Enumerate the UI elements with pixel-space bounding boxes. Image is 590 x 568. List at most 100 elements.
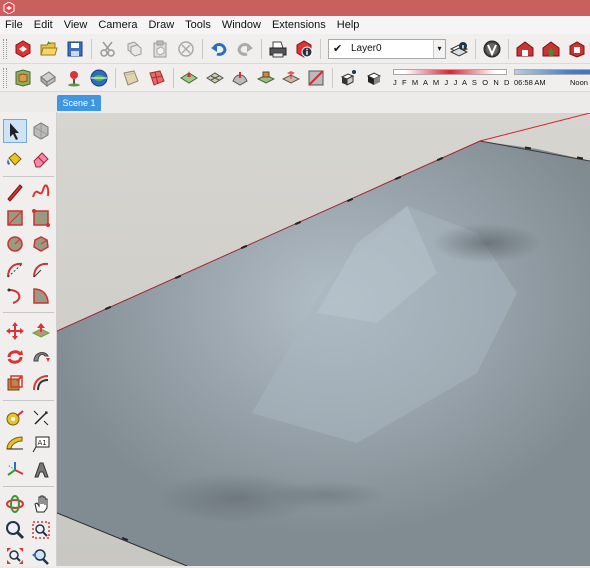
freehand-icon[interactable] (29, 180, 53, 204)
drape-icon[interactable] (280, 67, 301, 89)
shadows-icon[interactable] (338, 67, 359, 89)
chevron-down-icon[interactable]: ▾ (433, 39, 445, 58)
select-arrow-icon[interactable] (3, 119, 27, 143)
month-slider-track[interactable] (392, 68, 507, 75)
model-info-icon[interactable] (293, 38, 315, 60)
pan-icon[interactable] (29, 492, 53, 516)
menu-edit[interactable]: Edit (29, 16, 59, 34)
dimension-icon[interactable] (29, 406, 53, 430)
time-start-label: 06:58 AM (513, 77, 546, 87)
pie-icon[interactable] (29, 284, 53, 308)
component-icon[interactable] (12, 67, 33, 89)
scale-icon[interactable] (3, 371, 27, 395)
zoom-extents-icon[interactable] (3, 544, 27, 568)
toolbar-separator (332, 67, 334, 88)
circle-icon[interactable] (3, 232, 27, 256)
vray-icon[interactable] (481, 38, 503, 60)
paint-bucket-icon[interactable] (3, 147, 27, 171)
text-tool-label: A1 (38, 439, 47, 447)
menu-window[interactable]: Window (217, 16, 267, 34)
geo-toggle-terrain-icon[interactable] (88, 67, 109, 89)
toolbar-separator (261, 38, 262, 59)
zoom-window-icon[interactable] (29, 518, 53, 542)
orbit-icon[interactable] (3, 492, 27, 516)
zoom-icon[interactable] (3, 518, 27, 542)
section-display-icon[interactable] (146, 67, 167, 89)
tool-separator (3, 400, 54, 401)
previous-view-icon[interactable] (29, 544, 53, 568)
text-icon[interactable]: A1 (29, 432, 53, 456)
offset-icon[interactable] (29, 371, 53, 395)
model-viewport[interactable] (57, 113, 590, 566)
rectangle-icon[interactable] (3, 206, 27, 230)
arc-icon[interactable] (3, 258, 27, 282)
secondary-toolbar: J F M A M J J A S O N D 06:58 AM Noon (0, 64, 590, 92)
main-toolbar: ✔ Layer0 ▾ (0, 34, 590, 64)
menu-file[interactable]: File (0, 16, 29, 34)
toolbar-grip[interactable] (3, 38, 7, 59)
two-point-arc-icon[interactable] (29, 258, 53, 282)
warehouse-icon[interactable] (514, 38, 536, 60)
smoove-icon[interactable] (229, 67, 250, 89)
terrain-shadow-ridge (432, 223, 542, 263)
print-icon[interactable] (267, 38, 289, 60)
shadow-time-slider[interactable]: 06:58 AM Noon (512, 66, 590, 90)
share-model-icon[interactable] (540, 38, 562, 60)
toolbar-separator (114, 67, 116, 88)
fog-icon[interactable] (364, 67, 385, 89)
undo-icon[interactable] (208, 38, 230, 60)
getting-started-icon[interactable] (12, 38, 34, 60)
make-component-icon[interactable] (29, 119, 53, 143)
move-icon[interactable] (3, 319, 27, 343)
section-plane-icon[interactable] (121, 67, 142, 89)
line-pencil-icon[interactable] (3, 180, 27, 204)
3d-text-icon[interactable] (29, 458, 53, 482)
follow-me-icon[interactable] (29, 345, 53, 369)
map-location-icon[interactable] (63, 67, 84, 89)
polygon-icon[interactable] (29, 232, 53, 256)
tool-separator (3, 176, 54, 177)
terrain-shadow-basin (267, 481, 387, 509)
rotate-icon[interactable] (3, 345, 27, 369)
redo-icon[interactable] (234, 38, 256, 60)
sandbox-from-scratch-icon[interactable] (204, 67, 225, 89)
month-labels: J F M A M J J A S O N D (392, 77, 512, 87)
menu-tools[interactable]: Tools (180, 16, 217, 34)
toolbar-grip[interactable] (3, 67, 7, 88)
copy-icon[interactable] (123, 38, 145, 60)
layer-dropdown[interactable]: ✔ Layer0 ▾ (328, 38, 446, 59)
toolbar-separator (320, 38, 321, 59)
protractor-icon[interactable] (3, 432, 27, 456)
open-icon[interactable] (38, 38, 60, 60)
menu-help[interactable]: Help (332, 16, 366, 34)
layer-manager-icon[interactable] (448, 38, 470, 60)
menu-view[interactable]: View (59, 16, 94, 34)
menu-camera[interactable]: Camera (93, 16, 143, 34)
menu-extensions[interactable]: Extensions (267, 16, 332, 34)
import-icon[interactable] (37, 67, 58, 89)
shadow-month-slider[interactable]: J F M A M J J A S O N D (391, 66, 509, 90)
eraser-icon[interactable] (29, 147, 53, 171)
tape-measure-icon[interactable] (3, 406, 27, 430)
scene-tab[interactable]: Scene 1 (57, 95, 101, 111)
stamp-icon[interactable] (255, 67, 276, 89)
three-point-arc-icon[interactable] (3, 284, 27, 308)
toolbar-separator (91, 38, 92, 59)
extension-warehouse-icon[interactable] (566, 38, 588, 60)
sandbox-from-contours-icon[interactable] (179, 67, 200, 89)
sketchup-logo-icon (3, 2, 15, 14)
push-pull-icon[interactable] (29, 319, 53, 343)
flip-edge-icon[interactable] (306, 67, 327, 89)
menu-draw[interactable]: Draw (143, 16, 180, 34)
paste-icon[interactable] (149, 38, 171, 60)
active-layer-check-icon: ✔ (333, 43, 343, 55)
cut-icon[interactable] (97, 38, 119, 60)
axes-icon[interactable] (3, 458, 27, 482)
erase-selection-icon[interactable] (175, 38, 197, 60)
menu-bar: File Edit View Camera Draw Tools Window … (0, 16, 590, 34)
save-icon[interactable] (64, 38, 86, 60)
terrain-scene[interactable] (57, 113, 590, 566)
rotated-rectangle-icon[interactable] (29, 206, 53, 230)
time-slider-track[interactable] (513, 68, 590, 75)
title-bar (0, 0, 590, 16)
